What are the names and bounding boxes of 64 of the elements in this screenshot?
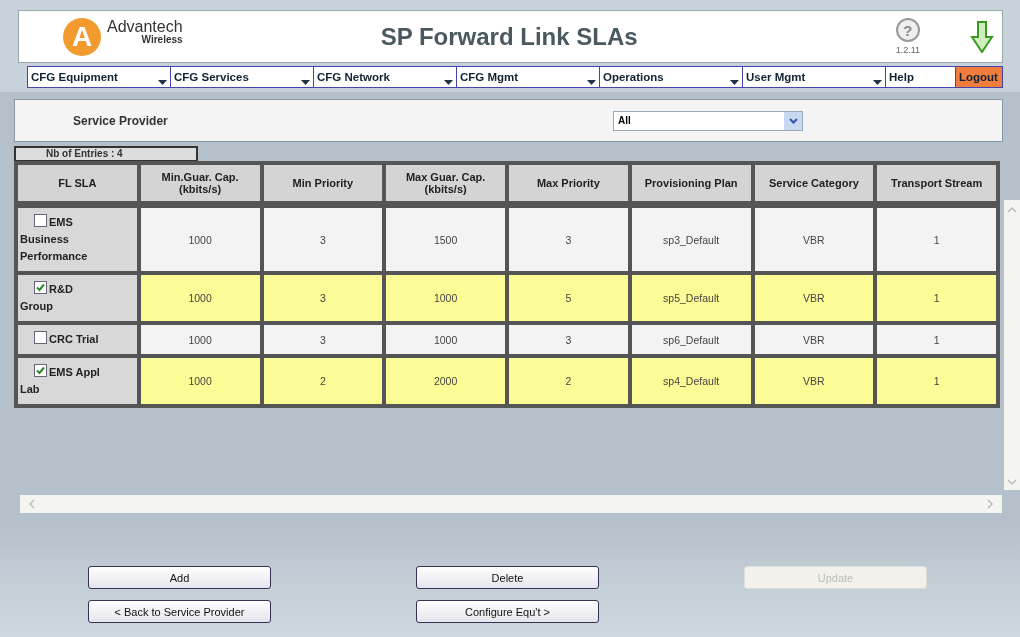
dropdown-caret-icon bbox=[873, 80, 882, 86]
table-cell: sp3_Default bbox=[629, 206, 753, 274]
logout-button[interactable]: Logout bbox=[956, 67, 1002, 88]
action-button[interactable]: Configure Equ't > bbox=[416, 600, 599, 624]
brand-name: Advantech bbox=[107, 18, 183, 36]
dropdown-caret-icon bbox=[158, 80, 167, 86]
dropdown-caret-icon bbox=[788, 117, 798, 124]
table-cell: 1 bbox=[875, 323, 998, 357]
table-cell: 1000 bbox=[138, 356, 262, 407]
brand-subtitle: Wireless bbox=[141, 34, 183, 46]
dropdown-value: All bbox=[618, 115, 631, 127]
action-button[interactable]: < Back to Service Provider bbox=[88, 600, 271, 624]
checkbox[interactable] bbox=[34, 214, 47, 228]
menu-item[interactable]: Operations bbox=[600, 67, 743, 88]
menu-item[interactable]: CFG Services bbox=[171, 67, 314, 88]
table-cell: 2 bbox=[261, 356, 385, 407]
table-cell: 3 bbox=[261, 206, 385, 274]
table-cell: 1000 bbox=[138, 323, 262, 357]
checkbox[interactable] bbox=[34, 331, 47, 345]
menu-item[interactable]: CFG Mgmt bbox=[457, 67, 600, 88]
table-cell: 3 bbox=[261, 273, 385, 324]
table-cell: 1000 bbox=[384, 323, 507, 357]
table-cell: 5 bbox=[507, 273, 630, 324]
menu-item[interactable]: CFG Network bbox=[314, 67, 457, 88]
table-cell: VBR bbox=[752, 323, 876, 357]
table-cell: sp6_Default bbox=[629, 323, 753, 357]
table-cell: 2000 bbox=[384, 356, 507, 407]
download-arrow-icon[interactable] bbox=[970, 20, 994, 53]
dropdown-caret-icon bbox=[730, 80, 739, 86]
row-name-cell: EMS Appl Lab bbox=[16, 356, 139, 407]
row-name-cell: EMS Business Performance bbox=[16, 206, 139, 274]
page-title: SP Forward Link SLAs bbox=[379, 22, 639, 51]
table-cell: 3 bbox=[507, 323, 630, 357]
menu-item[interactable]: User Mgmt bbox=[743, 67, 886, 88]
table-cell: VBR bbox=[752, 356, 876, 407]
row-name-cell: CRC Trial bbox=[16, 323, 139, 357]
table-cell: 1000 bbox=[138, 206, 262, 274]
entries-count: Nb of Entries : 4 bbox=[14, 146, 198, 162]
action-button[interactable]: Delete bbox=[416, 566, 599, 590]
version-label: 1.2.11 bbox=[895, 45, 920, 56]
table-cell: sp4_Default bbox=[629, 356, 753, 407]
logo-badge: A bbox=[63, 17, 101, 56]
dropdown-caret-icon bbox=[301, 80, 310, 86]
table-cell: VBR bbox=[752, 273, 876, 324]
table-cell: 2 bbox=[507, 356, 630, 407]
action-button[interactable]: Add bbox=[88, 566, 271, 590]
table-cell: 3 bbox=[507, 206, 630, 274]
row-name-cell: R&D Group bbox=[16, 273, 139, 324]
table-cell: 1000 bbox=[384, 273, 507, 324]
table-cell: 3 bbox=[261, 323, 385, 357]
service-provider-dropdown[interactable]: All bbox=[613, 110, 803, 131]
dropdown-caret-icon bbox=[587, 80, 596, 86]
table-cell: 1500 bbox=[384, 206, 507, 274]
dropdown-caret-icon bbox=[444, 80, 453, 86]
table-cell: 1 bbox=[875, 356, 998, 407]
table-cell: 1000 bbox=[138, 273, 262, 324]
table-cell: 1 bbox=[875, 206, 998, 274]
table-cell: VBR bbox=[752, 206, 876, 274]
checkbox[interactable] bbox=[34, 364, 47, 378]
table-cell: sp5_Default bbox=[629, 273, 753, 324]
checkbox[interactable] bbox=[34, 281, 47, 295]
menu-item[interactable]: CFG Equipment bbox=[28, 67, 171, 88]
table-cell: 1 bbox=[875, 273, 998, 324]
field-label: Service Provider bbox=[73, 113, 169, 128]
